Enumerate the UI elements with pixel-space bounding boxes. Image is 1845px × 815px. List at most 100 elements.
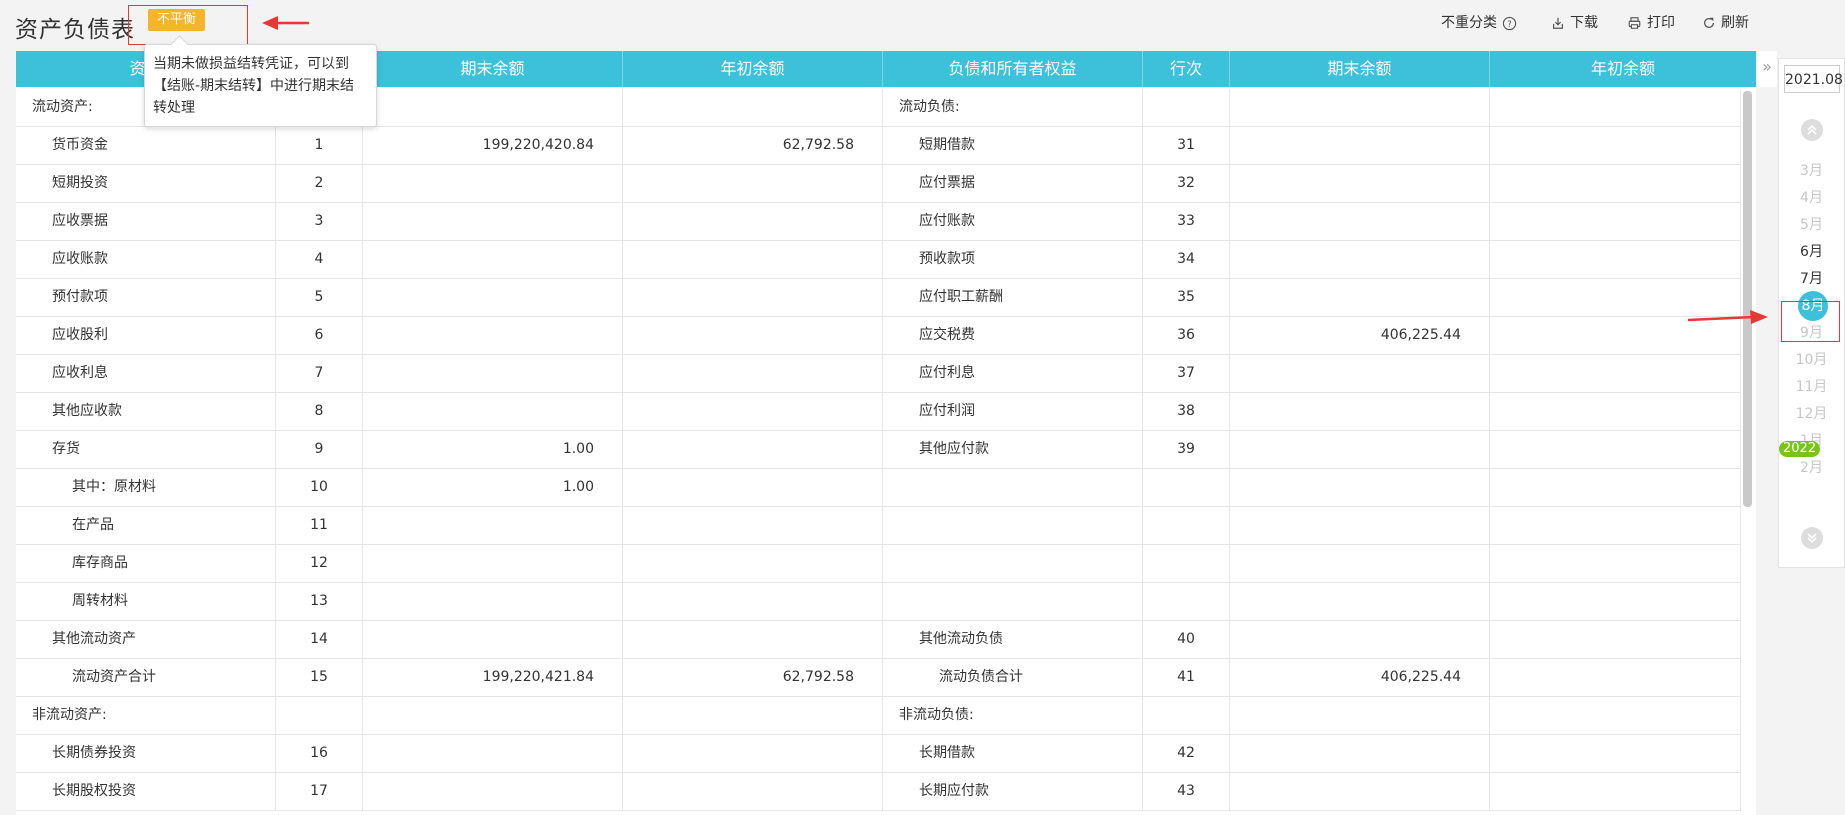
table-row[interactable]: 长期股权投资 17 长期应付款 43	[16, 773, 1741, 811]
liability-begin-balance-cell	[1490, 735, 1741, 773]
table-row[interactable]: 非流动资产: 非流动负债:	[16, 697, 1741, 735]
liability-line-no-cell: 33	[1143, 203, 1230, 241]
liability-name-cell: 应付利润	[883, 393, 1143, 431]
header-liabilities-equity: 负债和所有者权益	[883, 51, 1143, 87]
liability-line-no-cell: 37	[1143, 355, 1230, 393]
liability-name-cell: 其他流动负债	[883, 621, 1143, 659]
table-row[interactable]: 短期投资 2 应付票据 32	[16, 165, 1741, 203]
asset-line-no-cell: 9	[276, 431, 363, 469]
liability-line-no-cell: 42	[1143, 735, 1230, 773]
liability-name-cell: 应交税费	[883, 317, 1143, 355]
asset-begin-balance-cell	[623, 89, 883, 127]
asset-line-no-cell: 16	[276, 735, 363, 773]
imbalance-tooltip: 当期未做损益结转凭证，可以到【结账-期末结转】中进行期末结转处理	[144, 44, 377, 127]
month-item[interactable]: 5月	[1779, 213, 1844, 237]
table-row[interactable]: 流动资产合计 15 199,220,421.84 62,792.58 流动负债合计 41 4…	[16, 659, 1741, 697]
liability-begin-balance-cell	[1490, 241, 1741, 279]
print-label: 打印	[1647, 15, 1675, 31]
liability-line-no-cell: 41	[1143, 659, 1230, 697]
table-row[interactable]: 应收票据 3 应付账款 33	[16, 203, 1741, 241]
no-reclass-toggle[interactable]: 不重分类 ?	[1441, 12, 1517, 34]
table-row[interactable]: 货币资金 1 199,220,420.84 62,792.58 短期借款 31	[16, 127, 1741, 165]
liability-name-cell: 预收款项	[883, 241, 1143, 279]
asset-end-balance-cell	[363, 393, 623, 431]
scroll-up-icon[interactable]	[1801, 119, 1823, 141]
month-item[interactable]: 12月	[1779, 402, 1844, 426]
liability-name-cell: 长期应付款	[883, 773, 1143, 811]
asset-name-cell: 库存商品	[16, 545, 276, 583]
asset-name-cell: 货币资金	[16, 127, 276, 165]
table-row[interactable]: 存货 9 1.00 其他应付款 39	[16, 431, 1741, 469]
year-badge: 2022	[1779, 441, 1821, 457]
asset-begin-balance-cell	[623, 241, 883, 279]
asset-begin-balance-cell	[623, 697, 883, 735]
asset-name-cell: 流动资产合计	[16, 659, 276, 697]
month-item[interactable]: 3月	[1779, 159, 1844, 183]
table-row[interactable]: 库存商品 12	[16, 545, 1741, 583]
liability-name-cell: 流动负债合计	[883, 659, 1143, 697]
printer-icon	[1628, 17, 1641, 29]
selected-period[interactable]: 2021.08	[1784, 65, 1843, 93]
asset-begin-balance-cell	[623, 431, 883, 469]
month-item[interactable]: 11月	[1779, 375, 1844, 399]
asset-end-balance-cell	[363, 165, 623, 203]
month-item[interactable]: 6月	[1779, 240, 1844, 264]
liability-name-cell: 应付票据	[883, 165, 1143, 203]
table-row[interactable]: 预付款项 5 应付职工薪酬 35	[16, 279, 1741, 317]
liability-begin-balance-cell	[1490, 621, 1741, 659]
liability-end-balance-cell	[1230, 165, 1490, 203]
asset-end-balance-cell	[363, 279, 623, 317]
liability-end-balance-cell	[1230, 89, 1490, 127]
liability-begin-balance-cell	[1490, 545, 1741, 583]
month-item[interactable]: 2月	[1779, 456, 1844, 480]
table-row[interactable]: 其中：原材料 10 1.00	[16, 469, 1741, 507]
liability-end-balance-cell	[1230, 127, 1490, 165]
asset-end-balance-cell	[363, 203, 623, 241]
asset-name-cell: 短期投资	[16, 165, 276, 203]
download-label: 下载	[1570, 15, 1598, 31]
table-row[interactable]: 其他流动资产 14 其他流动负债 40	[16, 621, 1741, 659]
asset-line-no-cell: 4	[276, 241, 363, 279]
table-row[interactable]: 长期债券投资 16 长期借款 42	[16, 735, 1741, 773]
asset-name-cell: 存货	[16, 431, 276, 469]
download-button[interactable]: 下载	[1551, 12, 1598, 34]
table-row[interactable]: 应收利息 7 应付利息 37	[16, 355, 1741, 393]
table-row[interactable]: 其他应收款 8 应付利润 38	[16, 393, 1741, 431]
liability-begin-balance-cell	[1490, 89, 1741, 127]
asset-begin-balance-cell	[623, 773, 883, 811]
collapse-panel-icon[interactable]: »	[1757, 51, 1777, 87]
liability-name-cell	[883, 469, 1143, 507]
vertical-scrollbar[interactable]	[1743, 91, 1752, 507]
asset-end-balance-cell	[363, 89, 623, 127]
liability-line-no-cell: 39	[1143, 431, 1230, 469]
print-button[interactable]: 打印	[1627, 12, 1675, 34]
table-row[interactable]: 应收账款 4 预收款项 34	[16, 241, 1741, 279]
month-item[interactable]: 4月	[1779, 186, 1844, 210]
liability-end-balance-cell	[1230, 279, 1490, 317]
scroll-down-icon[interactable]	[1801, 527, 1823, 549]
month-item[interactable]: 10月	[1779, 348, 1844, 372]
header-begin-balance-right: 年初余额	[1590, 59, 1655, 78]
asset-name-cell: 非流动资产:	[16, 697, 276, 735]
help-icon[interactable]: ?	[1502, 16, 1517, 31]
liability-name-cell: 应付账款	[883, 203, 1143, 241]
month-item[interactable]: 7月	[1779, 267, 1844, 291]
asset-name-cell: 其中：原材料	[16, 469, 276, 507]
asset-end-balance-cell	[363, 735, 623, 773]
asset-end-balance-cell: 1.00	[363, 431, 623, 469]
liability-name-cell: 短期借款	[883, 127, 1143, 165]
annotation-box-month	[1781, 301, 1840, 342]
table-row[interactable]: 周转材料 13	[16, 583, 1741, 621]
table-row[interactable]: 应收股利 6 应交税费 36 406,225.44	[16, 317, 1741, 355]
svg-text:?: ?	[1507, 18, 1511, 28]
asset-begin-balance-cell	[623, 507, 883, 545]
refresh-button[interactable]: 刷新	[1702, 12, 1749, 34]
asset-line-no-cell	[276, 697, 363, 735]
liability-line-no-cell: 43	[1143, 773, 1230, 811]
table-row[interactable]: 在产品 11	[16, 507, 1741, 545]
asset-end-balance-cell	[363, 507, 623, 545]
asset-begin-balance-cell	[623, 545, 883, 583]
liability-end-balance-cell	[1230, 203, 1490, 241]
asset-name-cell: 应收账款	[16, 241, 276, 279]
liability-begin-balance-cell	[1490, 165, 1741, 203]
